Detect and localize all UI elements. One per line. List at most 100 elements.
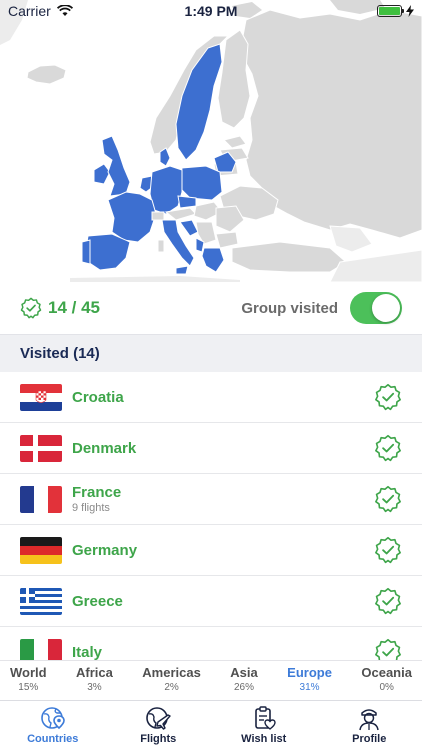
europe-map-svg xyxy=(0,0,422,282)
germany-flag-icon xyxy=(20,536,62,564)
tab-wish-list[interactable]: Wish list xyxy=(219,705,309,745)
map-greece xyxy=(201,247,225,273)
continent-name: Americas xyxy=(142,665,201,680)
status-left: Carrier xyxy=(8,3,73,19)
europe-map[interactable] xyxy=(0,0,422,282)
map-croatia xyxy=(179,219,199,237)
map-sweden xyxy=(175,43,223,161)
globe-pin-icon xyxy=(40,707,65,730)
country-row-greece[interactable]: Greece xyxy=(0,576,422,627)
visited-check-icon[interactable] xyxy=(374,383,402,411)
group-visited-control: Group visited xyxy=(241,292,402,324)
bottom-tab-bar: Countries Flights Wish list Profile xyxy=(0,700,422,750)
clipboard-heart-icon xyxy=(254,706,276,730)
map-estonia xyxy=(223,135,247,149)
visited-check-icon[interactable] xyxy=(374,485,402,513)
continent-percent: 0% xyxy=(379,682,394,693)
country-text: Italy xyxy=(72,644,374,661)
country-row-france[interactable]: France 9 flights xyxy=(0,474,422,525)
country-flights-count: 9 flights xyxy=(72,502,110,514)
continent-tab-asia[interactable]: Asia 26% xyxy=(230,665,257,700)
continent-percent: 26% xyxy=(233,682,254,693)
continent-name: Africa xyxy=(76,665,113,680)
map-poland xyxy=(179,165,223,201)
tab-flights[interactable]: Flights xyxy=(113,705,203,745)
group-visited-label: Group visited xyxy=(241,299,338,317)
map-portugal xyxy=(81,239,91,265)
map-switzerland xyxy=(151,211,165,221)
country-row-croatia[interactable]: Croatia xyxy=(0,372,422,423)
country-row-germany[interactable]: Germany xyxy=(0,525,422,576)
map-france xyxy=(107,191,157,243)
wifi-icon xyxy=(56,5,73,16)
tab-profile[interactable]: Profile xyxy=(324,705,414,745)
country-text: Greece xyxy=(72,593,374,610)
toggle-knob xyxy=(372,294,400,322)
continent-tab-world[interactable]: World 15% xyxy=(10,665,47,700)
continent-name: World xyxy=(10,665,47,680)
charging-bolt-icon xyxy=(406,5,414,17)
map-bulgaria xyxy=(215,231,239,249)
visited-count: 14 / 45 xyxy=(20,297,100,319)
map-sicily xyxy=(175,265,189,275)
status-bar: Carrier 1:49 PM xyxy=(0,0,422,22)
continent-percent: 15% xyxy=(18,682,39,693)
map-uk xyxy=(101,135,131,197)
continent-name: Asia xyxy=(230,665,258,680)
country-row-italy[interactable]: Italy xyxy=(0,627,422,660)
continent-selector: World 15% Africa 3% Americas 2% Asia 26%… xyxy=(0,660,422,700)
visited-count-text: 14 / 45 xyxy=(48,298,100,317)
continent-percent: 3% xyxy=(87,682,102,693)
country-name: Croatia xyxy=(72,388,124,406)
map-spain xyxy=(85,233,131,271)
visited-check-icon[interactable] xyxy=(374,536,402,564)
country-text: Croatia xyxy=(72,389,374,406)
map-finland xyxy=(217,29,251,129)
country-text: Denmark xyxy=(72,440,374,457)
continent-tab-oceania[interactable]: Oceania 0% xyxy=(361,665,412,700)
map-germany xyxy=(149,165,183,215)
italy-flag-icon xyxy=(20,638,62,660)
map-iceland xyxy=(26,64,67,85)
tab-label: Countries xyxy=(27,733,79,745)
country-name: Italy xyxy=(72,643,103,661)
continent-name: Europe xyxy=(287,665,332,680)
visited-check-icon[interactable] xyxy=(374,434,402,462)
continent-tab-americas[interactable]: Americas 2% xyxy=(142,665,201,700)
country-row-denmark[interactable]: Denmark xyxy=(0,423,422,474)
map-czechia xyxy=(177,195,197,209)
continent-name: Oceania xyxy=(361,665,412,680)
country-name: Greece xyxy=(72,592,123,610)
country-name: Germany xyxy=(72,541,138,559)
map-caucasus xyxy=(329,225,373,253)
tab-label: Wish list xyxy=(241,733,287,745)
visited-check-icon[interactable] xyxy=(374,587,402,615)
tab-label: Flights xyxy=(140,733,177,745)
map-ireland xyxy=(93,163,111,185)
verified-badge-icon xyxy=(20,297,42,319)
globe-plane-icon xyxy=(146,707,171,730)
country-text: France 9 flights xyxy=(72,484,374,514)
tab-label: Profile xyxy=(352,733,387,745)
denmark-flag-icon xyxy=(20,434,62,462)
map-sardinia xyxy=(157,239,165,253)
continent-percent: 31% xyxy=(299,682,320,693)
country-text: Germany xyxy=(72,542,374,559)
group-visited-toggle[interactable] xyxy=(350,292,402,324)
tab-countries[interactable]: Countries xyxy=(8,705,98,745)
map-middle-east xyxy=(329,249,422,282)
status-right xyxy=(377,5,414,17)
map-denmark xyxy=(159,147,171,167)
croatia-flag-icon xyxy=(20,383,62,411)
map-turkey xyxy=(231,241,347,273)
visited-check-icon[interactable] xyxy=(374,638,402,660)
continent-tab-africa[interactable]: Africa 3% xyxy=(76,665,113,700)
country-name: France xyxy=(72,484,122,501)
battery-icon xyxy=(377,5,404,17)
visited-section-header: Visited (14) xyxy=(0,334,422,372)
france-flag-icon xyxy=(20,485,62,513)
continent-tab-europe[interactable]: Europe 31% xyxy=(287,665,332,700)
country-list[interactable]: Croatia Denmark France 9 flights Germany… xyxy=(0,372,422,660)
greece-flag-icon xyxy=(20,587,62,615)
summary-row: 14 / 45 Group visited xyxy=(0,282,422,334)
